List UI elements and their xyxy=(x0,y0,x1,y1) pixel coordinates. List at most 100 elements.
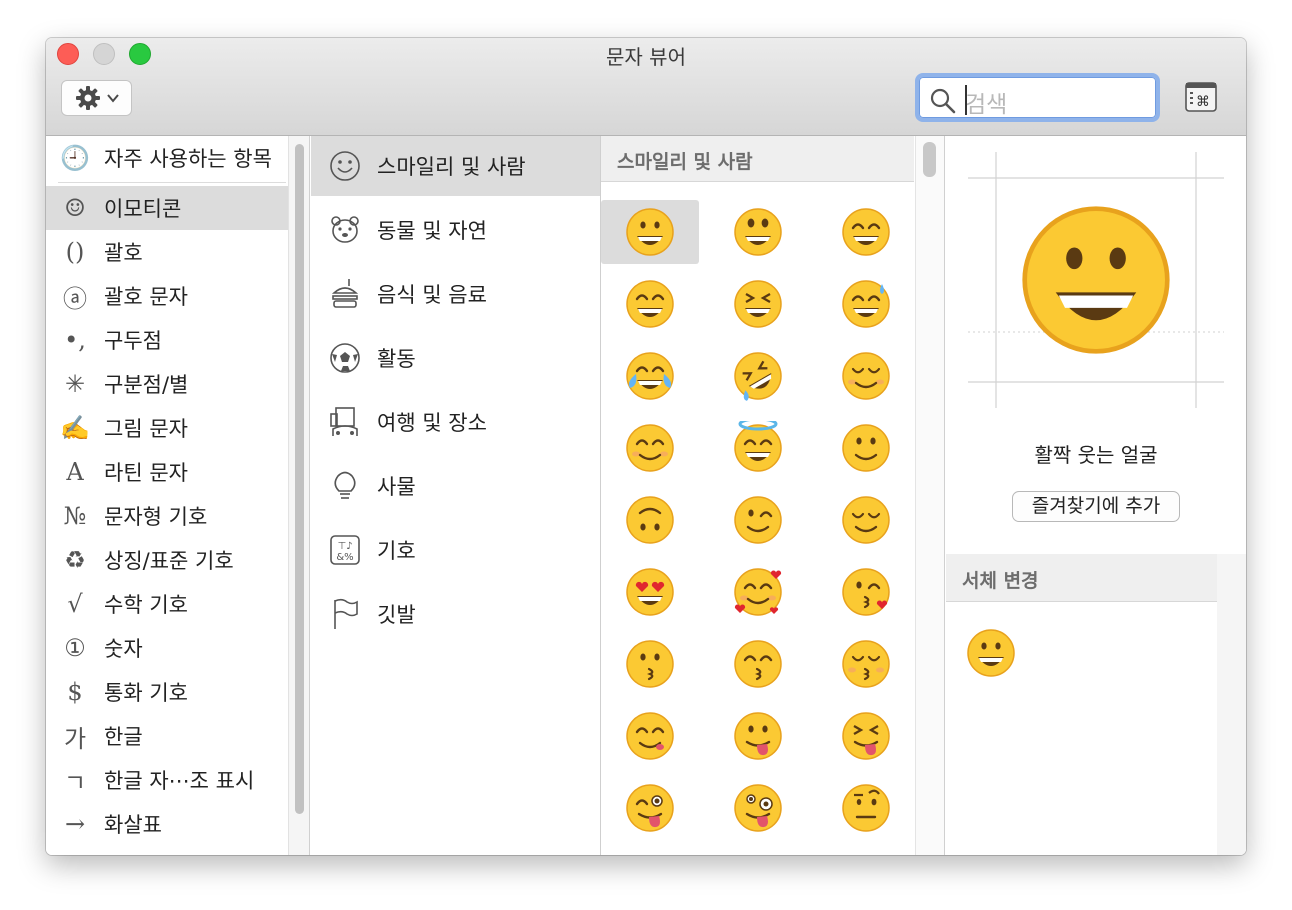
font-variant-emoji[interactable] xyxy=(964,626,1018,680)
emoji-smiling-hearts[interactable] xyxy=(709,560,807,624)
action-menu-button[interactable] xyxy=(61,80,132,116)
category-item[interactable]: 동물 및 자연 xyxy=(311,200,600,260)
category-item[interactable]: 활동 xyxy=(311,328,600,388)
sidebar-item[interactable]: ♻ 상징/표준 기호 xyxy=(46,538,288,582)
sidebar-item[interactable]: ✳ 구분점/별 xyxy=(46,362,288,406)
emoji-glyph xyxy=(734,784,782,832)
emoji-kissing-closed-eyes[interactable] xyxy=(817,632,915,696)
category-icon-wrapper xyxy=(327,405,363,439)
emoji-rofl[interactable] xyxy=(709,344,807,408)
emoji-grinning[interactable] xyxy=(601,200,699,264)
symbols-category-icon: ⊤♪&% xyxy=(330,535,360,565)
svg-text:⊤♪: ⊤♪ xyxy=(337,541,352,552)
font-variation-section: 서체 변경 xyxy=(946,554,1218,855)
category-label: 음식 및 음료 xyxy=(377,283,487,307)
sidebar-item-label: 수학 기호 xyxy=(104,593,188,617)
sidebar-item[interactable]: $ 통화 기호 xyxy=(46,670,288,714)
category-item[interactable]: 사물 xyxy=(311,456,600,516)
emoji-yum[interactable] xyxy=(601,704,699,768)
sidebar-scrollbar[interactable] xyxy=(288,136,310,855)
add-to-favorites-button[interactable]: 즐겨찾기에 추가 xyxy=(1012,491,1180,522)
sidebar-item[interactable]: ✍ 그림 문자 xyxy=(46,406,288,450)
sidebar-scroll-thumb[interactable] xyxy=(295,144,304,814)
emoji-wink[interactable] xyxy=(709,488,807,552)
emoji-kissing-smiling-eyes[interactable] xyxy=(709,632,807,696)
keyboard-viewer-button[interactable]: ⌘ xyxy=(1185,82,1217,112)
sidebar-item[interactable]: ☺ 이모티콘 xyxy=(46,186,288,230)
emoji-squinting-tongue[interactable] xyxy=(817,704,915,768)
svg-text:⌘: ⌘ xyxy=(1196,94,1210,110)
emoji-kissing[interactable] xyxy=(601,632,699,696)
sidebar-item-icon: № xyxy=(63,502,87,530)
detail-scroll-strip xyxy=(1217,554,1246,855)
sidebar-item[interactable]: •, 구두점 xyxy=(46,318,288,362)
sidebar-item[interactable]: () 괄호 xyxy=(46,230,288,274)
emoji-smile[interactable] xyxy=(817,200,915,264)
sidebar-item[interactable]: ⓐ 괄호 문자 xyxy=(46,274,288,318)
category-item[interactable]: 스마일리 및 사람 xyxy=(311,136,600,196)
emoji-winking-tongue[interactable] xyxy=(601,776,699,840)
emoji-sweat-smile[interactable] xyxy=(817,272,915,336)
grid-scrollbar[interactable] xyxy=(915,136,945,855)
category-item[interactable]: 여행 및 장소 xyxy=(311,392,600,452)
emoji-kissing-heart[interactable] xyxy=(817,560,915,624)
sidebar-item-icon: √ xyxy=(67,590,83,618)
sidebar-item[interactable]: √ 수학 기호 xyxy=(46,582,288,626)
emoji-slight-smile[interactable] xyxy=(817,416,915,480)
emoji-tongue[interactable] xyxy=(709,704,807,768)
grid-scroll-thumb[interactable] xyxy=(923,142,936,177)
category-label: 기호 xyxy=(377,539,416,563)
emoji-glyph xyxy=(626,640,674,688)
keyboard-viewer-icon: ⌘ xyxy=(1185,82,1217,112)
font-variation-header: 서체 변경 xyxy=(946,554,1217,602)
emoji-glyph xyxy=(734,280,782,328)
emoji-raised-eyebrow[interactable] xyxy=(817,776,915,840)
grid-section-header: 스마일리 및 사람 xyxy=(601,136,914,182)
sidebar-item-icon: A xyxy=(66,458,84,486)
emoji-glyph xyxy=(626,208,674,256)
emoji-glyph xyxy=(842,280,890,328)
emoji-smiley[interactable] xyxy=(709,200,807,264)
sidebar-divider xyxy=(58,182,286,183)
food-category-icon xyxy=(331,279,359,308)
emoji-joy[interactable] xyxy=(601,344,699,408)
search-input[interactable]: 검색 xyxy=(965,85,1007,119)
sidebar-item[interactable]: → 화살표 xyxy=(46,802,288,846)
sidebar-item[interactable]: № 문자형 기호 xyxy=(46,494,288,538)
category-icon-wrapper xyxy=(327,277,363,311)
sidebar-item[interactable]: ① 숫자 xyxy=(46,626,288,670)
emoji-laughing[interactable] xyxy=(709,272,807,336)
emoji-zany[interactable] xyxy=(709,776,807,840)
emoji-relieved[interactable] xyxy=(817,488,915,552)
category-item[interactable]: ⊤♪ &% 기호 xyxy=(311,520,600,580)
category-label: 여행 및 장소 xyxy=(377,411,487,435)
character-viewer-window: 문자 뷰어 검색 ⌘ 🕘 자주 사용하는 항목 ☺ 이모티콘 () 괄호 ⓐ 괄… xyxy=(46,38,1246,855)
emoji-upside-down[interactable] xyxy=(601,488,699,552)
sidebar-item-icon: ㄱ xyxy=(63,768,87,797)
emoji-innocent[interactable] xyxy=(709,416,807,480)
sidebar-item-icon: ✳ xyxy=(64,370,86,398)
search-field[interactable]: 검색 xyxy=(915,73,1160,122)
sidebar-item[interactable]: ㄱ 한글 자⋯조 표시 xyxy=(46,758,288,802)
category-label: 깃발 xyxy=(377,603,416,627)
grid-section-title: 스마일리 및 사람 xyxy=(617,151,753,173)
emoji-name: 활짝 웃는 얼굴 xyxy=(1034,443,1158,467)
emoji-heart-eyes[interactable] xyxy=(601,560,699,624)
emoji-relaxed[interactable] xyxy=(817,344,915,408)
window-title: 문자 뷰어 xyxy=(606,45,686,69)
sidebar-item[interactable]: 가 한글 xyxy=(46,714,288,758)
sidebar-item[interactable]: A 라틴 문자 xyxy=(46,450,288,494)
smiley-category-icon xyxy=(330,151,360,181)
emoji-blush[interactable] xyxy=(601,416,699,480)
flag-category-icon xyxy=(334,598,358,629)
gear-icon xyxy=(75,86,100,110)
category-icon-wrapper xyxy=(327,597,363,631)
sidebar-item[interactable]: 🕘 자주 사용하는 항목 xyxy=(46,136,288,180)
sidebar-item-label: 문자형 기호 xyxy=(104,505,208,529)
emoji-glyph xyxy=(626,568,674,616)
emoji-grin[interactable] xyxy=(601,272,699,336)
category-item[interactable]: 음식 및 음료 xyxy=(311,264,600,324)
category-item[interactable]: 깃발 xyxy=(311,584,600,644)
emoji-glyph xyxy=(734,712,782,760)
chevron-down-icon xyxy=(106,94,119,103)
